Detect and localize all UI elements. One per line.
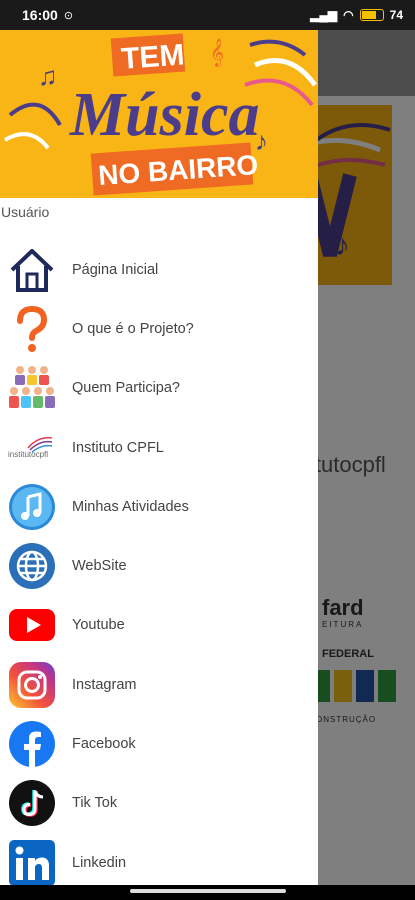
menu-label-participants: Quem Participa? <box>72 380 180 397</box>
navigation-drawer: ♫ 𝄞 ♪ TEM Música NO BAIRRO Usuário Págin… <box>0 30 318 885</box>
battery-percent: 74 <box>389 8 403 22</box>
menu-item-instagram[interactable]: Instagram <box>0 655 318 714</box>
menu-label-youtube: Youtube <box>72 617 125 634</box>
banner-line2: Música <box>69 81 259 149</box>
question-icon <box>8 305 56 353</box>
menu-label-instituto-cpfl: Instituto CPFL <box>72 439 164 456</box>
battery-level <box>361 11 376 19</box>
home-gesture-handle[interactable] <box>130 889 286 893</box>
menu-label-about-project: O que é o Projeto? <box>72 320 194 337</box>
signal-icon: ▂▄▆ <box>310 8 338 22</box>
system-nav-bar <box>0 885 415 900</box>
menu-label-home: Página Inicial <box>72 261 159 278</box>
status-bar: 16:00 ⊙ ▂▄▆ ◠ 74 <box>0 0 415 30</box>
menu-item-instituto-cpfl[interactable]: institutocpfl Instituto CPFL <box>0 418 318 477</box>
facebook-icon <box>8 720 56 768</box>
cpfl-logo-icon: institutocpfl <box>8 424 56 472</box>
svg-text:♫: ♫ <box>38 61 58 91</box>
globe-icon <box>8 542 56 590</box>
menu-item-about-project[interactable]: O que é o Projeto? <box>0 299 318 358</box>
linkedin-icon <box>8 839 56 885</box>
banner-line1: TEM <box>120 38 185 75</box>
instagram-icon <box>8 661 56 709</box>
youtube-icon <box>8 601 56 649</box>
menu-label-website: WebSite <box>72 558 127 575</box>
battery-icon <box>359 9 384 21</box>
home-icon <box>8 246 56 294</box>
sync-icon: ⊙ <box>63 9 74 22</box>
people-icon <box>8 364 56 412</box>
tiktok-icon <box>8 779 56 827</box>
menu-label-my-activities: Minhas Atividades <box>72 498 189 515</box>
status-time: 16:00 <box>22 7 58 23</box>
wifi-icon: ◠ <box>343 8 354 22</box>
menu-item-youtube[interactable]: Youtube <box>0 596 318 655</box>
menu-item-home[interactable]: Página Inicial <box>0 240 318 299</box>
svg-text:𝄞: 𝄞 <box>210 39 224 67</box>
menu-item-participants[interactable]: Quem Participa? <box>0 359 318 418</box>
drawer-banner: ♫ 𝄞 ♪ TEM Música NO BAIRRO <box>0 30 318 198</box>
menu-item-website[interactable]: WebSite <box>0 536 318 595</box>
menu-label-facebook: Facebook <box>72 736 136 753</box>
menu-item-linkedin[interactable]: Linkedin <box>0 833 318 885</box>
menu-label-tiktok: Tik Tok <box>72 795 118 812</box>
menu-item-my-activities[interactable]: Minhas Atividades <box>0 477 318 536</box>
drawer-menu: Página Inicial O que é o Projeto? Quem P… <box>0 240 318 885</box>
menu-label-linkedin: Linkedin <box>72 854 127 871</box>
svg-text:institutocpfl: institutocpfl <box>8 450 48 459</box>
menu-item-facebook[interactable]: Facebook <box>0 714 318 773</box>
user-label: Usuário <box>1 204 50 220</box>
menu-label-instagram: Instagram <box>72 676 137 693</box>
music-note-icon <box>8 483 56 531</box>
menu-item-tiktok[interactable]: Tik Tok <box>0 774 318 833</box>
